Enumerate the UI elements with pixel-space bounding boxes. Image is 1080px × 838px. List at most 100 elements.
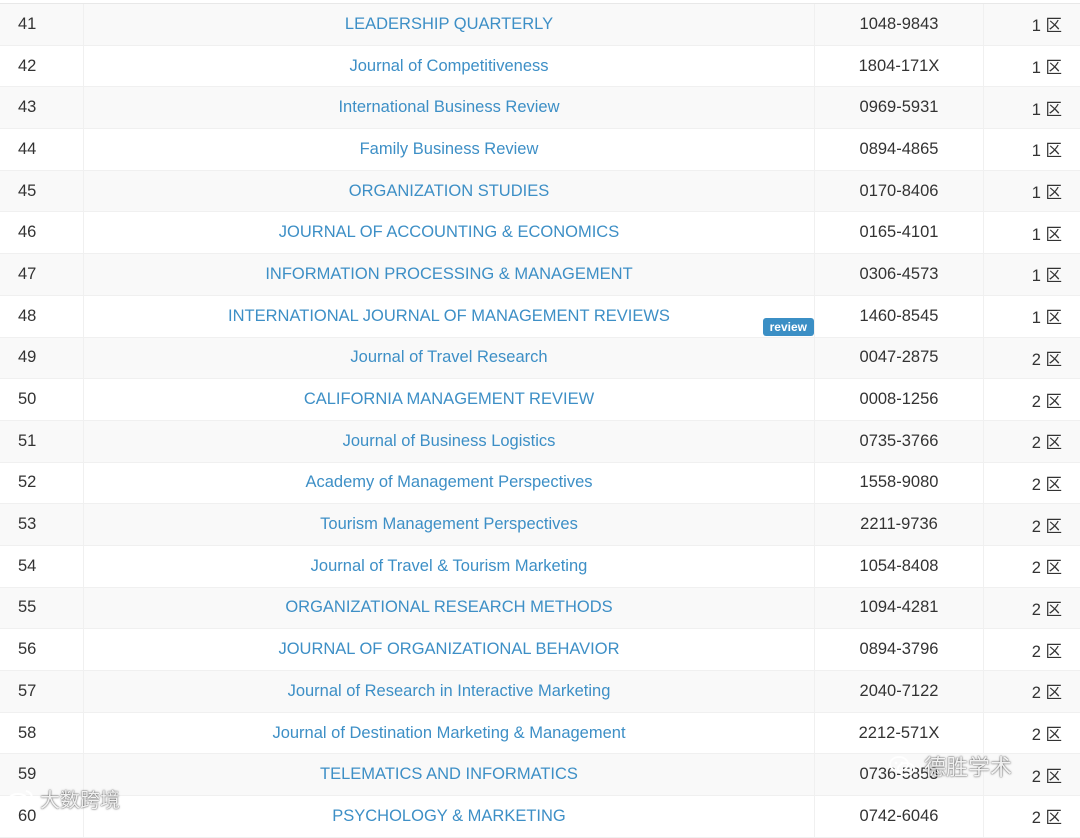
journal-name-link[interactable]: PSYCHOLOGY & MARKETING [332, 807, 566, 826]
row-index: 45 [0, 170, 84, 212]
journal-name-cell: Journal of Travel Research [84, 337, 815, 379]
table-row: 46 JOURNAL OF ACCOUNTING & ECONOMICS 0165-… [0, 212, 1080, 255]
journal-name-link[interactable]: JOURNAL OF ORGANIZATIONAL BEHAVIOR [278, 640, 619, 659]
issn-cell: 0736-5853 [815, 754, 984, 796]
table-row: 47 INFORMATION PROCESSING & MANAGEMENT 030… [0, 254, 1080, 296]
row-index: 44 [0, 129, 84, 170]
journal-name-link[interactable]: Family Business Review [360, 140, 539, 159]
table-row: 53 Tourism Management Perspectives 2211-97… [0, 504, 1080, 546]
issn-cell: 0735-3766 [815, 420, 984, 462]
journal-name-cell: Journal of Research in Interactive Marke… [84, 671, 815, 712]
journal-name-cell: Journal of Travel & Tourism Marketing [84, 545, 815, 587]
journal-name-cell: ORGANIZATION STUDIES [84, 170, 815, 212]
zone-cell: 1 区 [1031, 17, 1062, 36]
table-row: 44 Family Business Review 0894-4865 1 区 [0, 129, 1080, 171]
journal-name-link[interactable]: ORGANIZATION STUDIES [349, 182, 549, 201]
zone-cell: 2 区 [1031, 434, 1062, 453]
journal-name-cell: PSYCHOLOGY & MARKETING [84, 796, 815, 837]
issn-cell: 2040-7122 [815, 671, 984, 712]
row-index: 48 [0, 295, 84, 337]
issn-cell: 0170-8406 [815, 170, 984, 212]
journal-name-link[interactable]: JOURNAL OF ACCOUNTING & ECONOMICS [279, 223, 619, 242]
issn-cell: 0894-3796 [815, 629, 984, 670]
issn-cell: 0306-4573 [815, 254, 984, 295]
journal-name-cell: International Business Review [84, 87, 815, 129]
journal-name-link[interactable]: International Business Review [338, 98, 559, 117]
journal-name-link[interactable]: INTERNATIONAL JOURNAL OF MANAGEMENT REVI… [228, 307, 670, 326]
zone-cell: 2 区 [1031, 517, 1062, 536]
table-row: 56 JOURNAL OF ORGANIZATIONAL BEHAVIOR 0894… [0, 629, 1080, 671]
zone-cell: 1 区 [1031, 142, 1062, 161]
journal-name-link[interactable]: Journal of Travel Research [350, 348, 547, 367]
zone-cell: 2 区 [1031, 684, 1062, 703]
table-row: 50 CALIFORNIA MANAGEMENT REVIEW 0008-1256 2… [0, 379, 1080, 421]
journal-name-link[interactable]: Academy of Management Perspectives [305, 473, 592, 492]
review-badge: review [762, 317, 814, 336]
journal-name-cell: Academy of Management Perspectives [84, 462, 815, 504]
row-index: 58 [0, 712, 84, 754]
row-index: 42 [0, 45, 84, 87]
issn-cell: 1460-8545 [815, 295, 984, 337]
journal-name-link[interactable]: INFORMATION PROCESSING & MANAGEMENT [265, 265, 632, 284]
journal-name-cell: INFORMATION PROCESSING & MANAGEMENT [84, 254, 815, 295]
journal-name-link[interactable]: Journal of Business Logistics [343, 432, 556, 451]
issn-cell: 0742-6046 [815, 796, 984, 837]
issn-cell: 1804-171X [815, 45, 984, 87]
zone-cell: 2 区 [1031, 600, 1062, 619]
table-row: 45 ORGANIZATION STUDIES 0170-8406 1 区 [0, 170, 1080, 213]
row-index: 43 [0, 87, 84, 129]
journal-name-link[interactable]: Journal of Destination Marketing & Manag… [272, 724, 625, 743]
issn-cell: 0969-5931 [815, 87, 984, 129]
zone-cell: 2 区 [1031, 392, 1062, 411]
zone-cell: 2 区 [1031, 642, 1062, 661]
journal-name-cell: ORGANIZATIONAL RESEARCH METHODS [84, 587, 815, 629]
journal-name-link[interactable]: TELEMATICS AND INFORMATICS [320, 765, 578, 784]
zone-cell: 2 区 [1031, 559, 1062, 578]
issn-cell: 1094-4281 [815, 587, 984, 629]
journal-name-link[interactable]: CALIFORNIA MANAGEMENT REVIEW [304, 390, 594, 409]
journal-name-cell: Journal of Competitiveness [84, 45, 815, 87]
journal-name-cell: Tourism Management Perspectives [84, 504, 815, 545]
table-row: 48 INTERNATIONAL JOURNAL OF MANAGEMENT RE… [0, 295, 1080, 338]
zone-cell: 1 区 [1031, 59, 1062, 78]
journal-name-link[interactable]: Journal of Research in Interactive Marke… [288, 682, 611, 701]
issn-cell: 1048-9843 [815, 4, 984, 45]
row-index: 52 [0, 462, 84, 504]
issn-cell: 0894-4865 [815, 129, 984, 170]
table-row: 52 Academy of Management Perspectives 1558… [0, 462, 1080, 505]
table-row: 43 International Business Review 0969-5931… [0, 87, 1080, 130]
table-row: 49 Journal of Travel Research 0047-2875 2 区 [0, 337, 1080, 380]
row-index: 50 [0, 379, 84, 420]
row-index: 59 [0, 754, 84, 796]
zone-cell: 1 区 [1031, 225, 1062, 244]
table-row: 51 Journal of Business Logistics 0735-3766… [0, 420, 1080, 463]
journal-name-link[interactable]: ORGANIZATIONAL RESEARCH METHODS [285, 598, 612, 617]
journal-name-cell: TELEMATICS AND INFORMATICS [84, 754, 815, 796]
journal-name-link[interactable]: Tourism Management Perspectives [320, 515, 578, 534]
row-index: 57 [0, 671, 84, 712]
row-index: 51 [0, 420, 84, 462]
journal-name-cell: Journal of Business Logistics [84, 420, 815, 462]
journal-name-link[interactable]: Journal of Travel & Tourism Marketing [311, 557, 588, 576]
row-index: 56 [0, 629, 84, 670]
journal-name-cell: JOURNAL OF ACCOUNTING & ECONOMICS [84, 212, 815, 254]
table-row: 41 LEADERSHIP QUARTERLY 1048-9843 1 区 [0, 4, 1080, 46]
row-index: 46 [0, 212, 84, 254]
zone-cell: 1 区 [1031, 267, 1062, 286]
zone-cell: 2 区 [1031, 726, 1062, 745]
issn-cell: 1054-8408 [815, 545, 984, 587]
journal-name-link[interactable]: Journal of Competitiveness [349, 57, 548, 76]
row-index: 41 [0, 4, 84, 45]
issn-cell: 0047-2875 [815, 337, 984, 379]
journal-name-cell: Family Business Review [84, 129, 815, 170]
journal-name-cell: LEADERSHIP QUARTERLY [84, 4, 815, 45]
journal-name-cell: CALIFORNIA MANAGEMENT REVIEW [84, 379, 815, 420]
issn-cell: 1558-9080 [815, 462, 984, 504]
zone-cell: 2 区 [1031, 350, 1062, 369]
zone-cell: 1 区 [1031, 184, 1062, 203]
zone-cell: 1 区 [1031, 100, 1062, 119]
journal-name-cell: INTERNATIONAL JOURNAL OF MANAGEMENT REVI… [84, 295, 815, 337]
table-row: 58 Journal of Destination Marketing & Man… [0, 712, 1080, 755]
journal-name-link[interactable]: LEADERSHIP QUARTERLY [345, 15, 553, 34]
row-index: 55 [0, 587, 84, 629]
